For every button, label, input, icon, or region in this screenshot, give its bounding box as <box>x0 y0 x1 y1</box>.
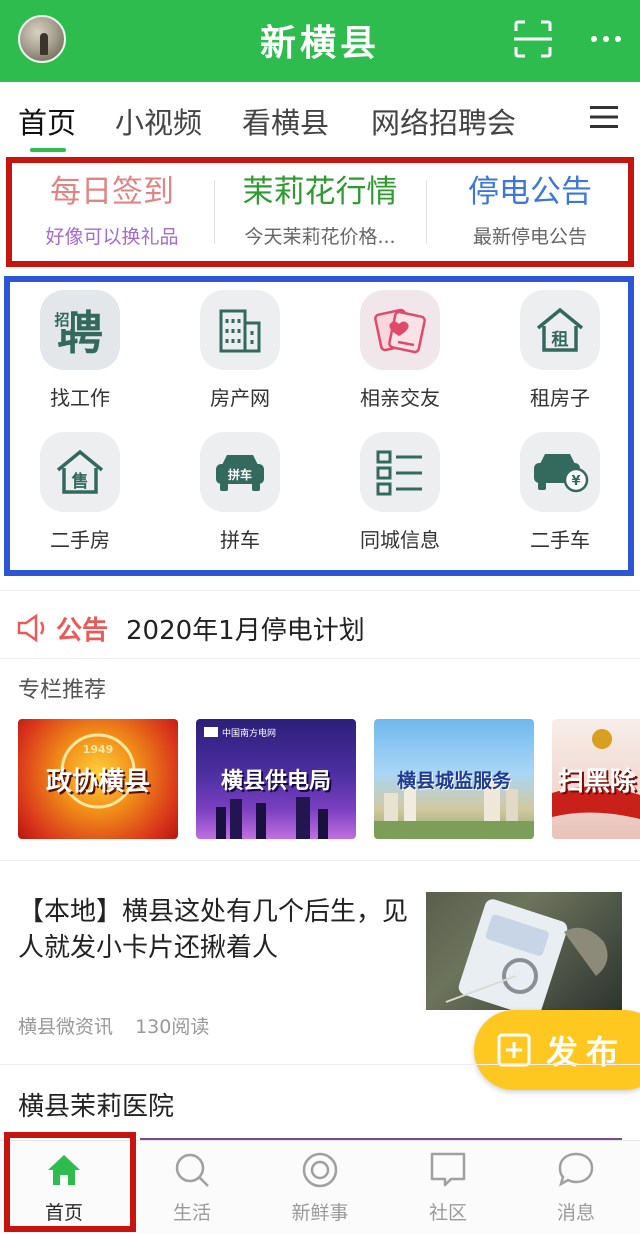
services-highlight-box <box>4 276 634 576</box>
banner-urban-management[interactable]: 横县城监服务 <box>374 719 534 839</box>
publish-button[interactable]: 发布 <box>474 1010 640 1090</box>
featured-section-title: 专栏推荐 <box>18 678 107 703</box>
tab-home[interactable]: 首页 <box>18 100 76 142</box>
nav-messages[interactable]: 消息 <box>516 1150 636 1225</box>
nav-label: 消息 <box>556 1202 595 1224</box>
nav-life[interactable]: 生活 <box>132 1150 252 1225</box>
scan-icon[interactable] <box>512 18 554 60</box>
banner-label: 政协横县 <box>45 766 150 797</box>
target-icon <box>302 1152 338 1188</box>
article-thumbnail[interactable] <box>426 892 622 1010</box>
message-icon <box>558 1152 594 1187</box>
banner-anti-crime[interactable]: 扫黑除 <box>552 719 640 839</box>
more-icon[interactable] <box>586 18 626 60</box>
next-article-title[interactable]: 横县茉莉医院 <box>18 1086 174 1123</box>
plus-square-icon <box>497 1033 531 1067</box>
publish-label: 发布 <box>546 1033 627 1071</box>
article-title[interactable]: 【本地】横县这处有几个后生，见人就发小卡片还揪着人 <box>18 894 408 966</box>
tab-job-fair[interactable]: 网络招聘会 <box>371 100 516 142</box>
menu-icon[interactable] <box>590 104 618 130</box>
banner-badge: 中国南方电网 <box>222 727 276 739</box>
nav-label: 新鲜事 <box>291 1202 349 1224</box>
tab-bar: 首页 小视频 看横县 网络招聘会 <box>0 82 640 154</box>
banner-label: 横县供电局 <box>220 768 331 794</box>
banner-power-bureau[interactable]: 中国南方电网 横县供电局 <box>196 719 356 839</box>
search-icon <box>175 1153 209 1187</box>
article-meta: 横县微资讯 130阅读 <box>18 1012 209 1039</box>
article-source: 横县微资讯 <box>18 1016 114 1038</box>
active-tab-indicator <box>30 148 66 152</box>
divider <box>0 860 640 861</box>
speaker-icon <box>17 613 45 643</box>
quick-links-highlight-box <box>6 157 634 267</box>
tab-view-hengxian[interactable]: 看横县 <box>242 100 329 142</box>
announcement-bar[interactable]: 公告 2020年1月停电计划 <box>16 606 365 650</box>
nav-community[interactable]: 社区 <box>388 1150 508 1225</box>
article-reads: 130阅读 <box>135 1016 210 1038</box>
banner-badge: 1949 <box>83 743 114 756</box>
divider <box>0 658 640 659</box>
banner-cppcc[interactable]: 1949 政协横县 <box>18 719 178 839</box>
app-header: 新横县 <box>0 0 640 82</box>
banner-label: 扫黑除 <box>558 766 637 797</box>
banner-label: 横县城监服务 <box>396 769 511 792</box>
tab-short-video[interactable]: 小视频 <box>115 100 202 142</box>
divider <box>0 1064 640 1065</box>
announcement-tag: 公告 <box>56 615 109 646</box>
nav-news[interactable]: 新鲜事 <box>260 1150 380 1225</box>
chat-box-icon <box>430 1152 466 1187</box>
nav-label: 社区 <box>428 1202 467 1224</box>
home-nav-highlight-box <box>4 1132 136 1232</box>
divider <box>0 590 640 591</box>
nav-label: 生活 <box>172 1202 211 1224</box>
announcement-text: 2020年1月停电计划 <box>126 615 365 646</box>
